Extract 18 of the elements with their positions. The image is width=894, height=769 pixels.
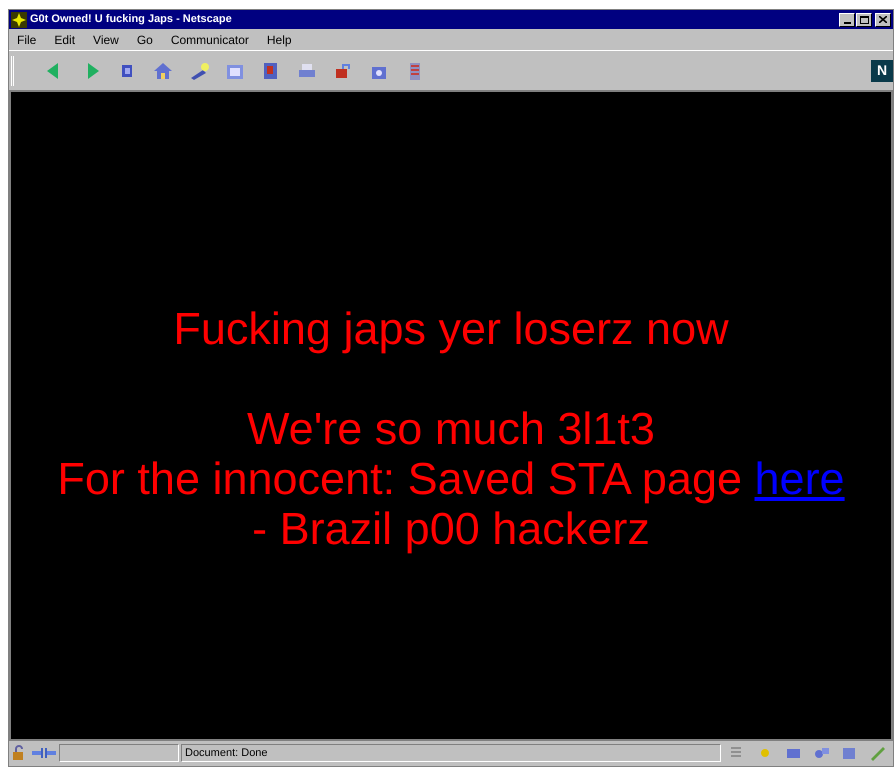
netscape-logo: N xyxy=(871,60,893,82)
menu-item[interactable]: Communicator xyxy=(170,30,249,48)
page-text: We're so much 3l1t3 xyxy=(247,404,655,454)
page-text: For the innocent: Saved STA page xyxy=(57,453,744,504)
menu-item[interactable]: Help xyxy=(266,30,292,48)
close-icon xyxy=(879,16,887,23)
close-button[interactable] xyxy=(875,12,891,26)
menu-item[interactable]: File xyxy=(17,30,36,48)
menu-item[interactable]: Edit xyxy=(54,30,76,48)
window-title: G0t Owned! U fucking Japs - Netscape xyxy=(30,12,232,28)
menu-item[interactable]: View xyxy=(93,30,119,48)
maximize-button[interactable] xyxy=(856,12,872,26)
page-text: - Brazil p00 hackerz xyxy=(252,504,650,554)
app-icon xyxy=(11,12,27,28)
minimize-button[interactable] xyxy=(839,12,855,26)
menu-item[interactable]: Go xyxy=(136,30,153,48)
status-text: Document: Done xyxy=(181,744,721,762)
headline: Fucking japs yer loserz now xyxy=(173,304,729,354)
